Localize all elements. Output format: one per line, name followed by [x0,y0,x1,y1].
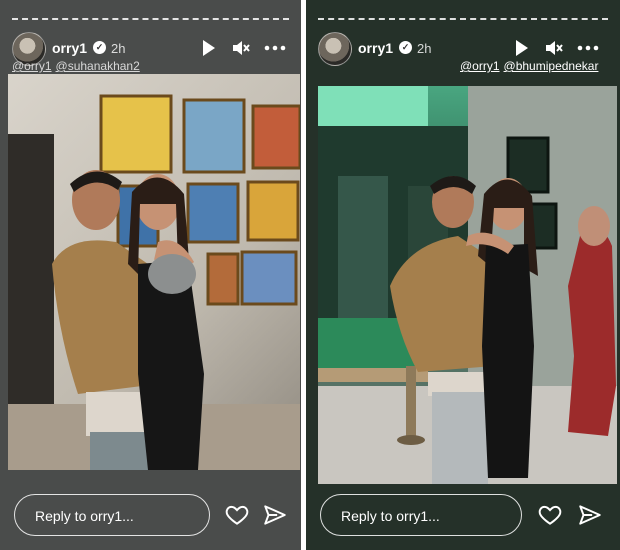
story-image-content [8,94,300,470]
username[interactable]: orry1 [52,40,87,56]
story-photo [318,86,617,484]
story-panel-right: orry1 ✓ 2h @orry1 @bhumipednekar Reply t… [306,0,620,550]
mention-link[interactable]: @bhumipednekar [504,59,599,73]
heart-icon[interactable] [224,502,250,528]
heart-icon[interactable] [537,502,563,528]
verified-badge-icon: ✓ [399,41,412,54]
story-progress-bar [318,18,608,22]
post-time: 2h [111,41,126,56]
more-icon[interactable] [577,38,599,58]
reply-placeholder: Reply to orry1... [341,508,440,524]
story-photo [8,74,300,470]
verified-badge-icon: ✓ [93,41,106,54]
reply-input[interactable]: Reply to orry1... [14,494,210,536]
mention-tags: @orry1 @bhumipednekar [460,59,602,73]
story-progress-bar [12,18,289,22]
story-image-content [318,86,617,484]
reply-placeholder: Reply to orry1... [35,508,134,524]
mention-link[interactable]: @orry1 [12,59,52,73]
play-icon[interactable] [511,38,531,58]
mute-icon[interactable] [231,38,251,58]
username[interactable]: orry1 [358,40,393,56]
story-panel-left: orry1 ✓ 2h @orry1 @suhanakhan2 Reply to … [0,0,301,550]
send-icon[interactable] [262,502,288,528]
play-icon[interactable] [198,38,218,58]
mention-link[interactable]: @suhanakhan2 [56,59,140,73]
send-icon[interactable] [577,502,603,528]
mention-link[interactable]: @orry1 [460,59,500,73]
more-icon[interactable] [264,38,286,58]
post-time: 2h [417,41,432,56]
reply-input[interactable]: Reply to orry1... [320,494,522,536]
avatar[interactable] [318,32,352,66]
mute-icon[interactable] [544,38,564,58]
mention-tags: @orry1 @suhanakhan2 [12,59,144,73]
